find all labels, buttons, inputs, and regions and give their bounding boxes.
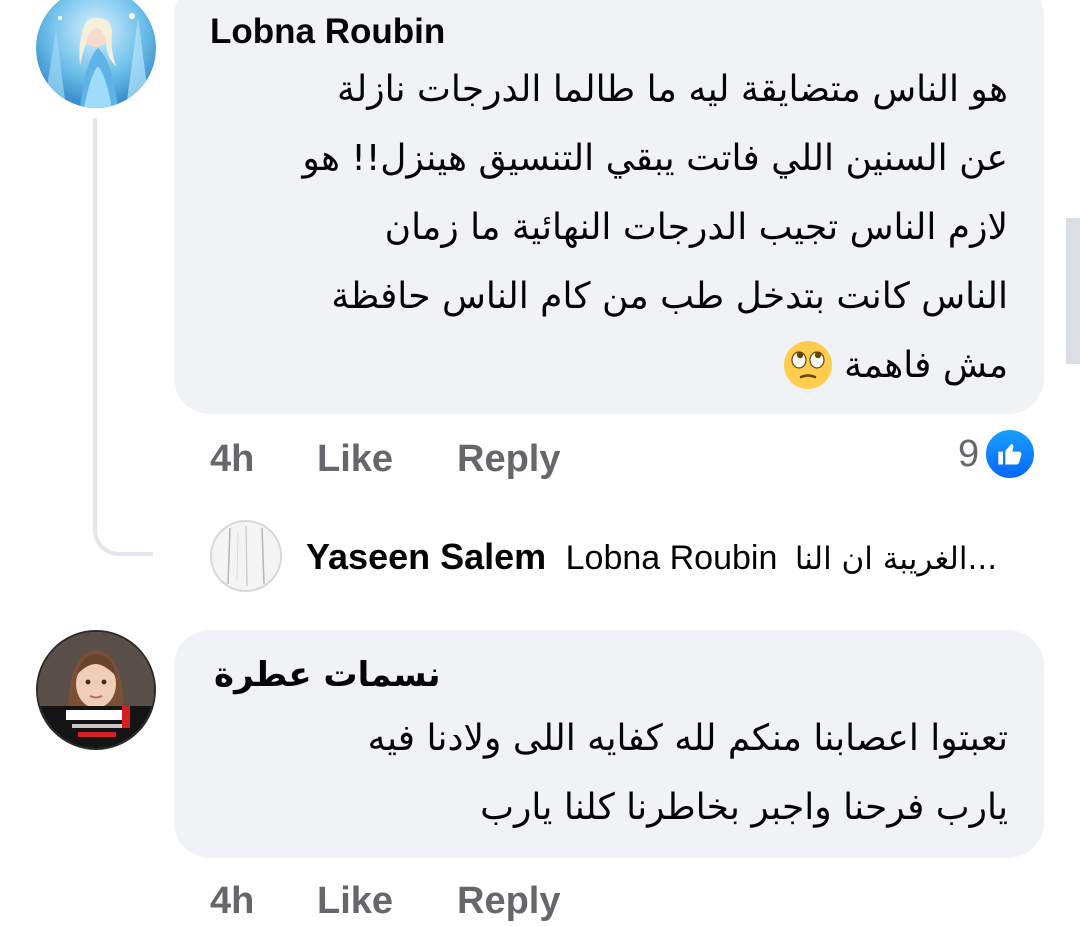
reply-tagged-name: Lobna Roubin (565, 539, 778, 577)
profile-picture (212, 522, 280, 590)
scrollbar-thumb[interactable] (1066, 218, 1080, 364)
comment-line: يارب فرحنا واجبر بخاطرنا كلنا يارب (480, 787, 1008, 828)
avatar-yaseen-salem[interactable] (210, 520, 282, 592)
comment-line: لازم الناس تجيب الدرجات النهائية ما زمان (384, 207, 1008, 248)
comment-actions: 4h Like Reply (210, 880, 610, 926)
comment-line-last: مش فاهمة (302, 331, 1008, 400)
reaction-summary[interactable]: 9 (958, 427, 1038, 481)
comment-text: تعبتوا اعصابنا منكم لله كفايه اللى ولادن… (368, 704, 1008, 842)
reply-preview[interactable]: Yaseen Salem Lobna Roubin الغريبة ان الن… (306, 536, 997, 578)
comment-line: عن السنين اللي فاتت يبقي التنسيق هينزل!!… (302, 138, 1008, 179)
avatar-nasamat-atra[interactable] (36, 630, 156, 750)
rolling-eyes-emoji-icon (784, 341, 833, 389)
comment-author-name[interactable]: نسمات عطرة (214, 655, 441, 695)
comment-line: تعبتوا اعصابنا منكم لله كفايه اللى ولادن… (367, 718, 1008, 759)
thumbs-up-icon (983, 427, 1038, 481)
comment-actions: 4h Like Reply (210, 438, 610, 484)
frozen-profile-picture (36, 0, 156, 108)
like-button[interactable]: Like (317, 438, 393, 481)
comment-line: الناس كانت بتدخل طب من كام الناس حافظة (331, 276, 1008, 317)
comment-author-name[interactable]: Lobna Roubin (210, 12, 445, 52)
reaction-count: 9 (958, 432, 980, 475)
reply-button[interactable]: Reply (457, 438, 560, 481)
comment-timestamp[interactable]: 4h (210, 438, 254, 481)
comment-timestamp[interactable]: 4h (210, 880, 254, 923)
reply-button[interactable]: Reply (457, 880, 560, 923)
like-button[interactable]: Like (317, 880, 393, 923)
avatar-lobna-roubin[interactable] (36, 0, 156, 108)
comment-line: هو الناس متضايقة ليه ما طالما الدرجات نا… (336, 69, 1008, 110)
comment-text: هو الناس متضايقة ليه ما طالما الدرجات نا… (302, 55, 1008, 400)
girl-profile-picture (38, 632, 154, 748)
reply-snippet: الغريبة ان النا... (794, 541, 998, 577)
thread-connector-line (93, 118, 153, 556)
reply-author-name[interactable]: Yaseen Salem (306, 536, 546, 577)
